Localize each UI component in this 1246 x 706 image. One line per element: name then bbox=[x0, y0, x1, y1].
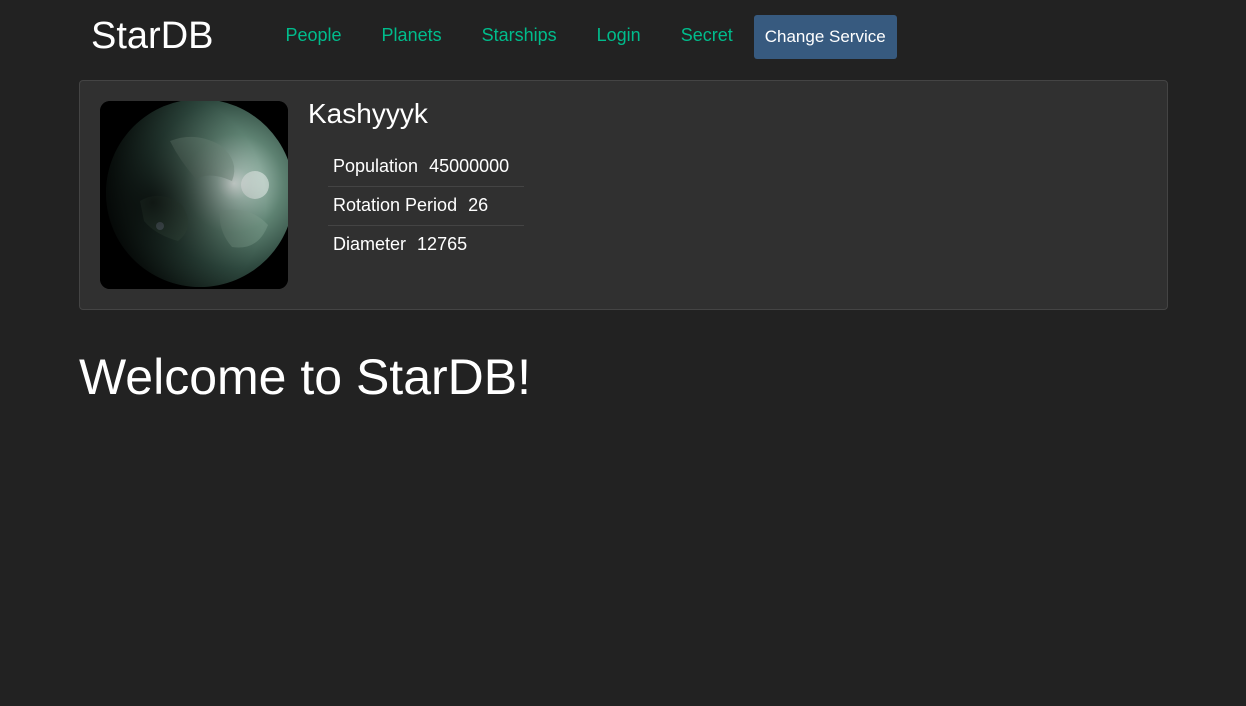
property-label: Rotation Period bbox=[333, 194, 458, 215]
nav-item-people: People bbox=[265, 25, 361, 47]
welcome-heading: Welcome to StarDB! bbox=[79, 349, 532, 405]
planet-name: Kashyyyk bbox=[308, 98, 428, 129]
nav-link-starships[interactable]: Starships bbox=[462, 25, 577, 45]
header: StarDB People Planets Starships Login Se… bbox=[79, 0, 1168, 74]
planet-properties-list: Population 45000000 Rotation Period 26 D… bbox=[328, 150, 524, 264]
nav-item-planets: Planets bbox=[362, 25, 462, 47]
property-value: 26 bbox=[468, 194, 489, 215]
change-service-button[interactable]: Change Service bbox=[753, 15, 897, 59]
nav-link-login[interactable]: Login bbox=[577, 25, 661, 45]
nav-link-planets[interactable]: Planets bbox=[362, 25, 462, 45]
planet-details: Kashyyyk Population 45000000 Rotation Pe… bbox=[308, 98, 524, 264]
nav-item-starships: Starships bbox=[462, 25, 577, 47]
nav-item-login: Login bbox=[577, 25, 661, 47]
brand-logo-link[interactable]: StarDB bbox=[91, 17, 213, 55]
property-diameter: Diameter 12765 bbox=[328, 226, 524, 264]
nav-link-secret[interactable]: Secret bbox=[661, 25, 753, 45]
page: StarDB People Planets Starships Login Se… bbox=[0, 0, 1246, 706]
main-nav: People Planets Starships Login Secret bbox=[265, 25, 753, 47]
planet-image bbox=[100, 101, 288, 289]
property-population: Population 45000000 bbox=[328, 150, 524, 187]
nav-link-people[interactable]: People bbox=[265, 25, 361, 45]
property-label: Diameter bbox=[333, 233, 407, 254]
property-rotation-period: Rotation Period 26 bbox=[328, 187, 524, 226]
property-value: 12765 bbox=[417, 233, 468, 254]
random-planet-card: Kashyyyk Population 45000000 Rotation Pe… bbox=[79, 80, 1168, 310]
property-label: Population bbox=[333, 155, 419, 176]
property-value: 45000000 bbox=[429, 155, 510, 176]
nav-item-secret: Secret bbox=[661, 25, 753, 47]
planet-illustration bbox=[100, 101, 288, 289]
